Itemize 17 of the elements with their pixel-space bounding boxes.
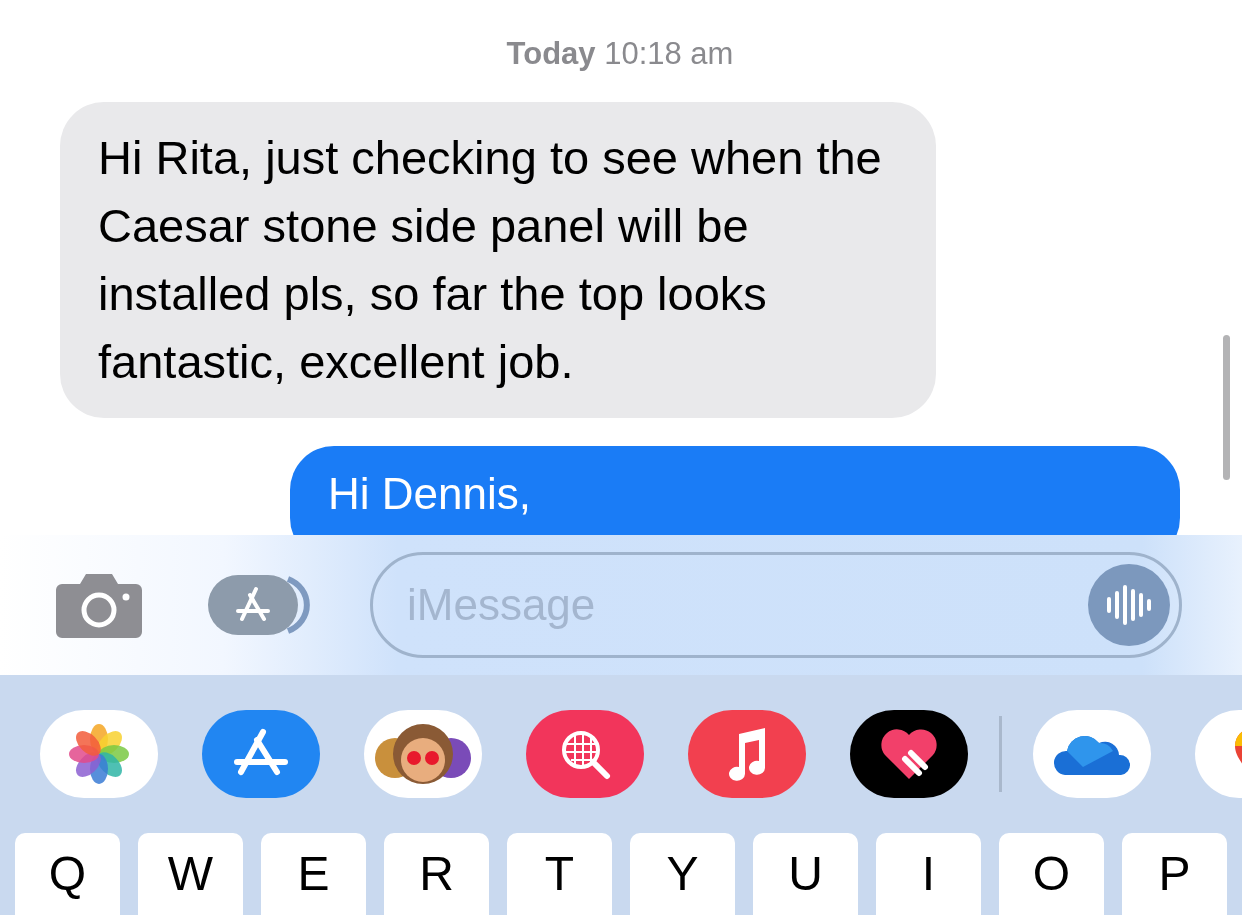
keyboard-key[interactable]: E	[261, 833, 366, 915]
received-message-bubble: Hi Rita, just checking to see when the Caesar stone side panel will be installed pls, so far the top looks fantastic, excellent job.	[60, 102, 936, 418]
keyboard-key[interactable]: Q	[15, 833, 120, 915]
keyboard-key[interactable]: O	[999, 833, 1104, 915]
keyboard-key[interactable]: W	[138, 833, 243, 915]
voice-button[interactable]	[1088, 564, 1170, 646]
keyboard-key[interactable]: Y	[630, 833, 735, 915]
keyboard-key[interactable]: I	[876, 833, 981, 915]
flower-icon	[67, 722, 131, 786]
waveform-icon	[1106, 585, 1152, 625]
keyboard-key[interactable]: P	[1122, 833, 1227, 915]
keyboard-key[interactable]: T	[507, 833, 612, 915]
message-timestamp: Today 10:18 am	[506, 36, 734, 72]
keyboard-key[interactable]: R	[384, 833, 489, 915]
heart-icon	[879, 727, 939, 781]
keyboard-key[interactable]: U	[753, 833, 858, 915]
sent-message-bubble: Hi Dennis,	[290, 446, 1180, 535]
